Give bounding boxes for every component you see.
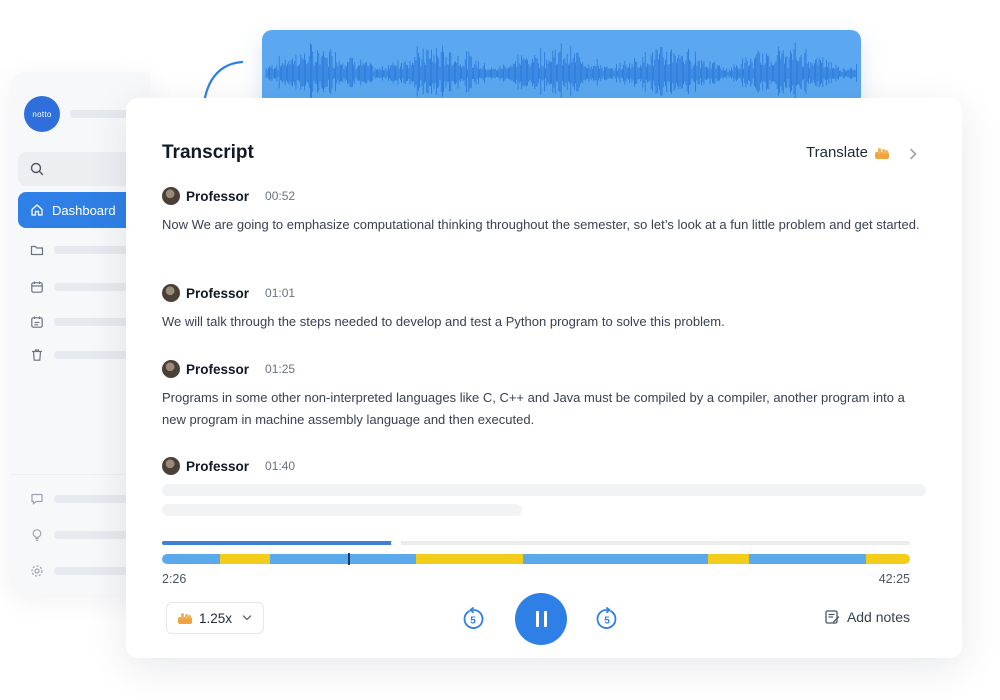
speaker-segment[interactable] <box>269 554 416 564</box>
current-time: 2:26 <box>162 572 187 586</box>
chevron-down-icon <box>242 615 252 621</box>
speaker-segment[interactable] <box>162 554 221 564</box>
search-icon <box>30 162 44 176</box>
transcript-text: We will talk through the steps needed to… <box>162 314 725 329</box>
pause-bar <box>535 611 539 627</box>
avatar <box>162 360 180 378</box>
transcript-entry[interactable]: Professor 00:52 Now We are going to emph… <box>162 186 932 236</box>
speaker-segment[interactable] <box>522 554 709 564</box>
chevron-right-icon[interactable] <box>908 148 918 160</box>
calendar-check-icon[interactable] <box>30 315 44 329</box>
speaker-segments-bar[interactable] <box>162 554 910 564</box>
speaker-segment[interactable] <box>749 554 866 564</box>
speaker-segment[interactable] <box>708 554 750 564</box>
avatar <box>162 457 180 475</box>
playback-progress-bar[interactable] <box>162 538 910 548</box>
lightbulb-icon[interactable] <box>30 528 44 542</box>
progress-fill <box>162 541 394 545</box>
loading-placeholder <box>162 504 522 516</box>
timestamp[interactable]: 01:40 <box>265 459 295 473</box>
transcript-entry[interactable]: Professor 01:25 Programs in some other n… <box>162 359 932 431</box>
add-notes-label: Add notes <box>846 609 910 625</box>
hand-emoji-icon <box>178 613 192 624</box>
playhead-marker <box>347 553 350 565</box>
calendar-icon[interactable] <box>30 280 44 294</box>
forward-seconds: 5 <box>604 616 610 627</box>
transcript-entry[interactable]: Professor 01:01 We will talk through the… <box>162 283 932 333</box>
speaker-name: Professor <box>186 188 250 204</box>
home-icon <box>31 204 43 216</box>
speaker-segment[interactable] <box>220 554 270 564</box>
timestamp[interactable]: 01:25 <box>265 362 295 376</box>
forward-icon: 5 <box>596 607 617 629</box>
sidebar-item-dashboard[interactable]: Dashboard <box>18 192 142 228</box>
trash-icon[interactable] <box>30 348 44 362</box>
transcript-panel: Transcript Translate Professor 00:52 Now… <box>126 98 962 658</box>
avatar <box>162 187 180 205</box>
avatar <box>162 284 180 302</box>
transcript-entry[interactable]: Professor 01:40 <box>162 456 932 476</box>
rewind-seconds: 5 <box>470 616 476 627</box>
transcript-text: Programs in some other non-interpreted l… <box>162 390 905 427</box>
pause-button[interactable] <box>515 593 567 645</box>
translate-label: Translate <box>806 144 868 161</box>
progress-handle[interactable] <box>390 538 401 548</box>
loading-placeholder <box>162 484 926 496</box>
stage: notto Dashboard Transcript Translate Pro… <box>0 0 1000 700</box>
timestamp[interactable]: 00:52 <box>265 189 295 203</box>
page-title: Transcript <box>162 142 254 163</box>
speaker-name: Professor <box>186 458 250 474</box>
note-icon <box>825 610 840 624</box>
transcript-text: Now We are going to emphasize computatio… <box>162 217 920 232</box>
folder-icon[interactable] <box>30 243 44 257</box>
speaker-segment[interactable] <box>415 554 523 564</box>
add-notes-button[interactable]: Add notes <box>824 609 910 625</box>
rewind-5-button[interactable]: 5 <box>461 607 485 631</box>
speaker-segment[interactable] <box>865 554 910 564</box>
hand-emoji-icon <box>875 147 889 159</box>
total-time: 42:25 <box>878 572 910 586</box>
pause-bar <box>543 611 547 627</box>
speed-value: 1.25x <box>199 610 233 626</box>
sidebar-item-label: Dashboard <box>52 202 116 218</box>
playback-speed-select[interactable]: 1.25x <box>166 602 264 634</box>
translate-button[interactable]: Translate <box>806 144 890 161</box>
gear-icon[interactable] <box>30 564 44 578</box>
speaker-name: Professor <box>186 285 250 301</box>
rewind-icon: 5 <box>463 607 484 629</box>
chat-icon[interactable] <box>30 492 44 506</box>
app-logo[interactable]: notto <box>24 96 60 132</box>
timestamp[interactable]: 01:01 <box>265 286 295 300</box>
forward-5-button[interactable]: 5 <box>595 607 619 631</box>
speaker-name: Professor <box>186 361 250 377</box>
